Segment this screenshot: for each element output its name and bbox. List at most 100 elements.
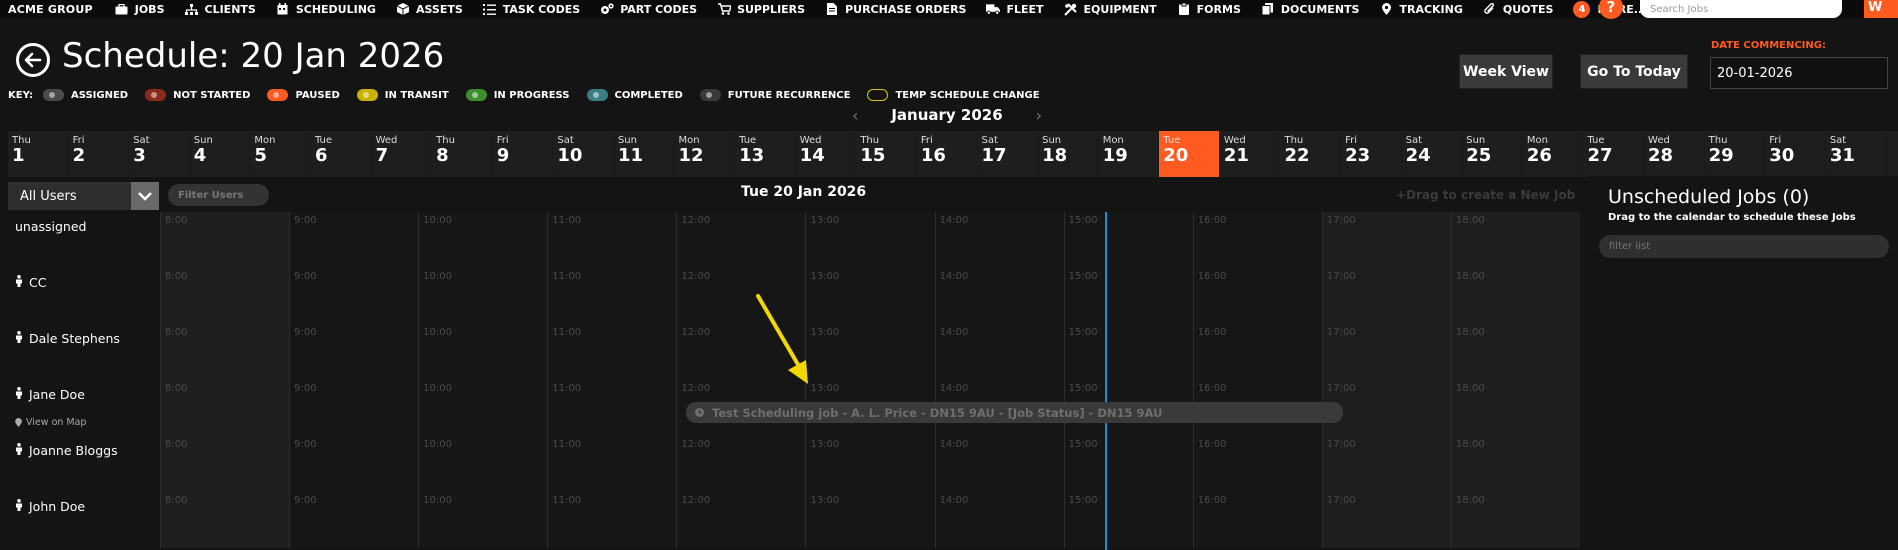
nav-suppliers[interactable]: SUPPLIERS (717, 3, 805, 16)
brand-name[interactable]: ACME GROUP (8, 3, 93, 16)
day-cell[interactable]: Sat 10 (553, 131, 614, 177)
hour-slot[interactable]: 11:00 (547, 436, 677, 492)
chevron-down-icon[interactable] (131, 182, 159, 210)
row-user-label[interactable]: unassigned (8, 212, 160, 268)
day-cell[interactable]: Sat 3 (129, 131, 190, 177)
hour-slot[interactable]: 17:00 (1321, 324, 1451, 380)
hour-slot[interactable]: 13:00 (805, 436, 935, 492)
hour-slot[interactable]: 13:00 (805, 212, 935, 268)
hour-slot[interactable]: 11:00 (547, 492, 677, 548)
hour-slot[interactable]: 18:00 (1450, 324, 1581, 380)
day-cell[interactable]: Sat 31 (1826, 131, 1887, 177)
hour-slot[interactable]: 13:00 (805, 324, 935, 380)
hour-slot[interactable]: 9:00 (289, 492, 419, 548)
nav-fleet[interactable]: FLEET (986, 3, 1044, 16)
hour-slot[interactable]: 17:00 (1321, 492, 1451, 548)
hour-slot[interactable]: 16:00 (1192, 212, 1322, 268)
hour-slot[interactable]: 17:00 (1321, 436, 1451, 492)
nav-documents[interactable]: DOCUMENTS (1261, 3, 1359, 16)
hour-slot[interactable]: 15:00 (1063, 212, 1193, 268)
day-cell[interactable]: Wed 28 (1644, 131, 1705, 177)
day-cell[interactable]: Fri 23 (1341, 131, 1402, 177)
nav-equipment[interactable]: EQUIPMENT (1064, 3, 1157, 16)
hour-slot[interactable]: 9:00 (289, 212, 419, 268)
day-cell[interactable]: Fri 16 (917, 131, 978, 177)
day-cell[interactable]: Sat 24 (1402, 131, 1463, 177)
hour-slot[interactable]: 15:00 (1063, 492, 1193, 548)
day-cell[interactable]: Sun 18 (1038, 131, 1099, 177)
hour-slot[interactable]: 8:00 (160, 380, 290, 436)
nav-tracking[interactable]: TRACKING (1379, 3, 1463, 16)
hour-slot[interactable]: 14:00 (934, 492, 1064, 548)
hour-slot[interactable]: 10:00 (418, 380, 548, 436)
day-cell[interactable]: Thu 8 (432, 131, 493, 177)
nav-part-codes[interactable]: PART CODES (600, 3, 697, 16)
hour-slot[interactable]: 16:00 (1192, 324, 1322, 380)
next-month-icon[interactable]: › (1036, 106, 1042, 125)
hour-slot[interactable]: 8:00 (160, 324, 290, 380)
hour-slot[interactable]: 11:00 (547, 380, 677, 436)
day-cell[interactable]: Mon 19 (1099, 131, 1160, 177)
day-cell[interactable]: Fri 30 (1765, 131, 1826, 177)
brand-logo[interactable]: W (1864, 0, 1898, 18)
nav-forms[interactable]: FORMS (1177, 3, 1241, 16)
hour-slot[interactable]: 8:00 (160, 268, 290, 324)
hour-slot[interactable]: 14:00 (934, 436, 1064, 492)
hour-slot[interactable]: 18:00 (1450, 436, 1581, 492)
nav-quotes[interactable]: QUOTES (1483, 3, 1553, 16)
day-cell[interactable]: Thu 1 (8, 131, 69, 177)
scheduled-job[interactable]: Test Scheduling job - A. L. Price - DN15… (686, 402, 1343, 423)
hour-slot[interactable]: 8:00 (160, 436, 290, 492)
day-cell[interactable]: Thu 29 (1705, 131, 1766, 177)
hour-slot[interactable]: 13:00 (805, 492, 935, 548)
hour-slot[interactable]: 12:00 (676, 212, 806, 268)
hour-slot[interactable]: 18:00 (1450, 492, 1581, 548)
hour-slot[interactable]: 18:00 (1450, 268, 1581, 324)
back-arrow-icon[interactable] (16, 43, 50, 77)
day-cell[interactable]: Sat 17 (978, 131, 1039, 177)
hour-slot[interactable]: 11:00 (547, 324, 677, 380)
row-user-label[interactable]: Jane Doe View on Map (8, 380, 160, 436)
hour-slot[interactable]: 17:00 (1321, 212, 1451, 268)
day-cell[interactable]: Tue 27 (1583, 131, 1645, 177)
filter-list-input[interactable] (1599, 235, 1889, 258)
row-user-label[interactable]: John Doe (8, 492, 160, 548)
row-user-label[interactable]: Joanne Bloggs (8, 436, 160, 492)
hour-slot[interactable]: 15:00 (1063, 268, 1193, 324)
day-cell[interactable]: Tue 6 (311, 131, 372, 177)
hour-slot[interactable]: 13:00 (805, 268, 935, 324)
hour-slot[interactable]: 8:00 (160, 492, 290, 548)
hour-slot[interactable]: 14:00 (934, 212, 1064, 268)
hour-slot[interactable]: 12:00 (676, 492, 806, 548)
hour-slot[interactable]: 8:00 (160, 212, 290, 268)
day-cell[interactable]: Fri 2 (69, 131, 130, 177)
week-view-button[interactable]: Week View (1459, 54, 1553, 89)
day-cell[interactable]: Tue 13 (735, 131, 796, 177)
hour-slot[interactable]: 15:00 (1063, 324, 1193, 380)
row-user-label[interactable]: Dale Stephens (8, 324, 160, 380)
hour-slot[interactable]: 10:00 (418, 212, 548, 268)
day-cell[interactable]: Sun 4 (190, 131, 251, 177)
hour-slot[interactable]: 16:00 (1192, 436, 1322, 492)
hour-slot[interactable]: 9:00 (289, 436, 419, 492)
hour-slot[interactable]: 15:00 (1063, 436, 1193, 492)
day-cell[interactable]: Sun 25 (1462, 131, 1523, 177)
nav-task-codes[interactable]: TASK CODES (483, 3, 580, 16)
day-cell[interactable]: Mon 12 (675, 131, 736, 177)
nav-jobs[interactable]: JOBS (115, 3, 165, 16)
day-cell[interactable]: Wed 7 (372, 131, 433, 177)
hour-slot[interactable]: 9:00 (289, 380, 419, 436)
hour-slot[interactable]: 10:00 (418, 268, 548, 324)
hour-slot[interactable]: 9:00 (289, 324, 419, 380)
day-cell[interactable]: Tue 20 (1159, 131, 1220, 177)
hour-slot[interactable]: 14:00 (934, 268, 1064, 324)
view-on-map-link[interactable]: View on Map (15, 417, 86, 428)
hour-slot[interactable]: 12:00 (676, 436, 806, 492)
hour-slot[interactable]: 17:00 (1321, 268, 1451, 324)
hour-slot[interactable]: 18:00 (1450, 380, 1581, 436)
day-cell[interactable]: Mon 26 (1523, 131, 1584, 177)
hour-slot[interactable]: 16:00 (1192, 492, 1322, 548)
prev-month-icon[interactable]: ‹ (852, 106, 858, 125)
users-select[interactable]: All Users (8, 182, 159, 210)
hour-slot[interactable]: 10:00 (418, 492, 548, 548)
